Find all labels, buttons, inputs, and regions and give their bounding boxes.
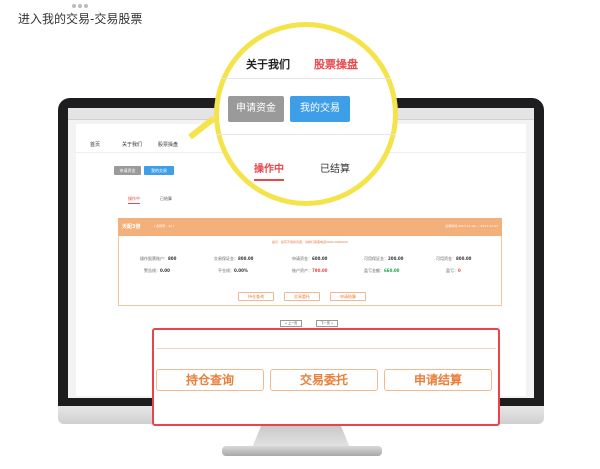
panel-header: 天配3倍 ( 合同号：12 ) 交易时间 2017-11-02 — 2017-1… (118, 218, 502, 236)
stat-value: 0.00% (234, 268, 248, 273)
stat-label: 交易保证金： (214, 256, 238, 261)
stat-value: 790.00 (312, 268, 328, 273)
stat-label: 账户资产： (292, 268, 312, 273)
zoom-divider (156, 348, 496, 349)
stat-label: 盈亏金额： (364, 268, 384, 273)
stat-item: 可用资金：800.00 (436, 256, 471, 262)
apply-funds-button[interactable]: 申请资金 (114, 166, 141, 175)
stat-item: 盈亏：0 (446, 268, 461, 274)
panel-date-range: 交易时间 2017-11-02 — 2017-11-07 (445, 224, 498, 228)
zoom-nav-stocks[interactable]: 股票操盘 (314, 56, 358, 72)
panel-subtitle: ( 合同号：12 ) (154, 224, 175, 228)
stat-value: 800.00 (238, 256, 254, 261)
stat-value: 800.00 (456, 256, 472, 261)
stat-label: 平仓线： (218, 268, 234, 273)
stat-value: 0 (458, 268, 461, 273)
zoom-tab-settled[interactable]: 已结算 (320, 160, 350, 175)
circle-divider (214, 134, 398, 135)
stat-value: 800 (168, 256, 177, 261)
nav-home[interactable]: 首页 (90, 141, 100, 148)
caption: 进入我的交易-交易股票 (18, 12, 143, 26)
monitor-stand-base (222, 446, 382, 456)
nav-about[interactable]: 关于我们 (122, 141, 142, 148)
stat-label: 盈亏： (446, 268, 458, 273)
trade-order-button[interactable]: 交易委托 (284, 292, 320, 301)
stat-value: 600.00 (312, 256, 328, 261)
panel-note: 提示：如有不懂的问题，请拨打客服电话0000-0000000 (271, 240, 349, 244)
prev-page-button[interactable]: < 上一页 (280, 320, 302, 327)
stat-label: 申请资金： (292, 256, 312, 261)
apply-settlement-button-zoom[interactable]: 申请结算 (384, 369, 492, 391)
zoom-tab-active[interactable]: 操作中 (254, 160, 284, 181)
holdings-query-button-zoom[interactable]: 持仓查询 (156, 369, 264, 391)
tab-active[interactable]: 操作中 (128, 196, 140, 204)
apply-settlement-button[interactable]: 申请结算 (330, 292, 366, 301)
stat-label: 可用资金： (436, 256, 456, 261)
zoom-nav-about[interactable]: 关于我们 (246, 56, 290, 72)
circle-divider (222, 78, 398, 79)
stat-item: 申请资金：600.00 (292, 256, 327, 262)
stat-item: 交易保证金：800.00 (214, 256, 253, 262)
trade-order-button-zoom[interactable]: 交易委托 (270, 369, 378, 391)
holdings-query-button[interactable]: 持仓查询 (238, 292, 274, 301)
stat-label: 可用保证金： (364, 256, 388, 261)
stat-value: 0.00 (160, 268, 170, 273)
stat-item: 警告线：0.00 (144, 268, 170, 274)
tab-settled[interactable]: 已结算 (160, 196, 172, 202)
window-dot (78, 4, 82, 8)
window-dot (84, 4, 88, 8)
zoom-my-trades-button[interactable]: 我的交易 (290, 96, 350, 122)
my-trades-button[interactable]: 我的交易 (144, 166, 174, 175)
stat-item: 盈亏金额：660.00 (364, 268, 399, 274)
stat-item: 平仓线：0.00% (218, 268, 248, 274)
stat-label: 操作股票账户： (140, 256, 168, 261)
window-dot (72, 4, 76, 8)
stat-item: 账户资产：790.00 (292, 268, 327, 274)
stat-value: 200.00 (388, 256, 404, 261)
stat-label: 警告线： (144, 268, 160, 273)
nav-stocks[interactable]: 股票操盘 (158, 141, 178, 148)
monitor-stand-neck (252, 424, 350, 448)
stat-item: 操作股票账户：800 (140, 256, 176, 262)
stat-value: 660.00 (384, 268, 400, 273)
stat-item: 可用保证金：200.00 (364, 256, 403, 262)
zoom-apply-funds-button[interactable]: 申请资金 (228, 96, 284, 122)
next-page-button[interactable]: 下一页 > (316, 320, 338, 327)
panel-title: 天配3倍 (122, 224, 141, 230)
